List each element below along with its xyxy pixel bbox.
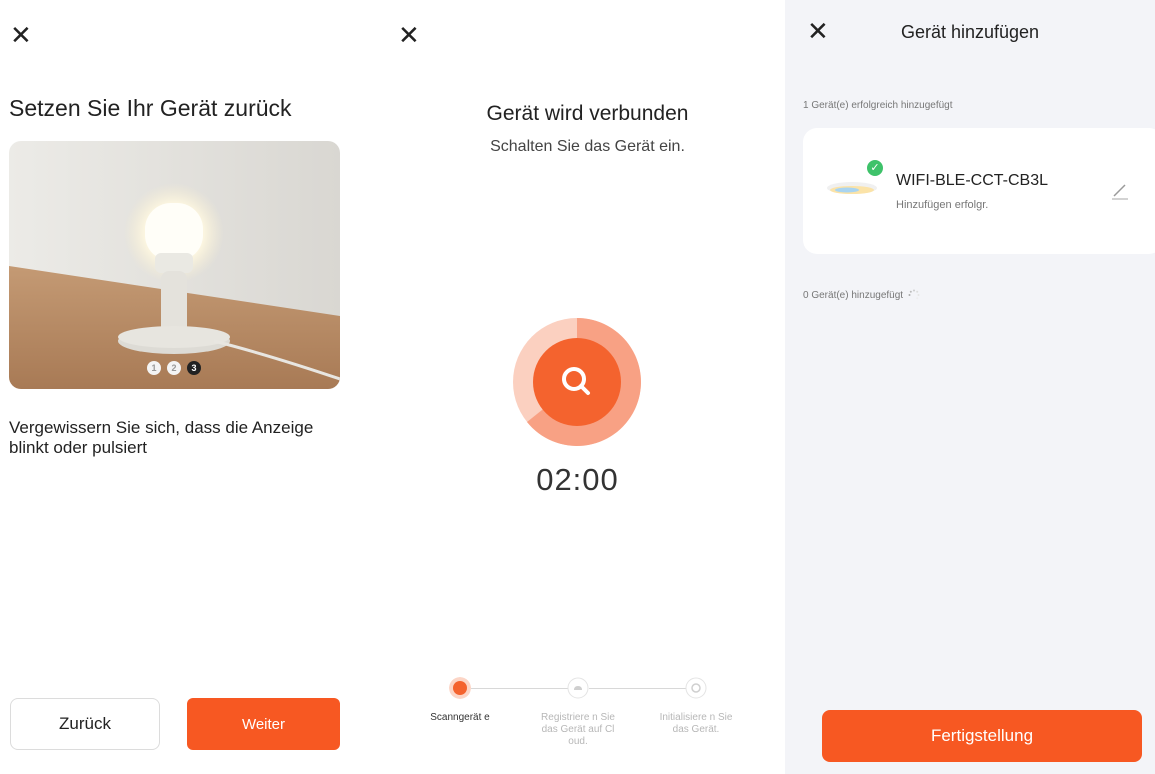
cloud-step-icon bbox=[567, 677, 589, 699]
next-button[interactable]: Weiter bbox=[187, 698, 340, 750]
loading-spinner-icon bbox=[908, 289, 920, 300]
scan-step-icon bbox=[449, 677, 471, 699]
page-title: Gerät hinzufügen bbox=[900, 22, 1040, 42]
close-icon[interactable]: ✕ bbox=[398, 22, 420, 48]
page-title: Setzen Sie Ihr Gerät zurück bbox=[9, 95, 292, 121]
scanning-radar bbox=[513, 318, 641, 446]
step-connector bbox=[471, 688, 577, 689]
carousel-dot[interactable]: 1 bbox=[147, 361, 161, 375]
reset-illustration: 1 2 3 bbox=[9, 141, 340, 389]
step-label-init: Initialisiere n Sie das Gerät. bbox=[659, 712, 733, 735]
device-card[interactable]: ✓ WIFI-BLE-CCT-CB3L Hinzufügen erfolgr. bbox=[803, 128, 1155, 254]
carousel-indicator: 1 2 3 bbox=[147, 361, 201, 375]
connecting-screen: ✕ Gerät wird verbunden Schalten Sie das … bbox=[390, 0, 785, 774]
page-title: Gerät wird verbunden bbox=[486, 102, 689, 125]
back-button[interactable]: Zurück bbox=[10, 698, 160, 750]
finish-button[interactable]: Fertigstellung bbox=[822, 710, 1142, 762]
added-count-text: 0 Gerät(e) hinzugefügt bbox=[803, 289, 904, 301]
added-count-row: 0 Gerät(e) hinzugefügt bbox=[803, 289, 920, 301]
lamp-photo bbox=[9, 141, 340, 389]
init-step-icon bbox=[685, 677, 707, 699]
countdown-timer: 02:00 bbox=[536, 462, 619, 497]
close-icon[interactable]: ✕ bbox=[10, 22, 32, 48]
reset-device-screen: ✕ Setzen Sie Ihr Gerät zurück 1 2 3 Verg… bbox=[0, 0, 390, 774]
reset-instruction: Vergewissern Sie sich, dass die Anzeige … bbox=[9, 418, 314, 457]
device-status: Hinzufügen erfolgr. bbox=[896, 199, 989, 211]
step-label-cloud: Registriere n Sie das Gerät auf Cloud. bbox=[541, 712, 615, 747]
add-device-result-screen: ✕ Gerät hinzufügen 1 Gerät(e) erfolgreic… bbox=[785, 0, 1155, 774]
step-label-scan: Scanngerät e bbox=[430, 712, 490, 723]
carousel-dot-active[interactable]: 3 bbox=[187, 361, 201, 375]
success-check-icon: ✓ bbox=[865, 158, 885, 178]
page-subtitle: Schalten Sie das Gerät ein. bbox=[490, 138, 685, 155]
pencil-icon[interactable] bbox=[1108, 178, 1132, 202]
step-connector bbox=[589, 688, 695, 689]
device-name: WIFI-BLE-CCT-CB3L bbox=[896, 172, 1049, 189]
success-count-text: 1 Gerät(e) erfolgreich hinzugefügt bbox=[803, 100, 953, 111]
carousel-dot[interactable]: 2 bbox=[167, 361, 181, 375]
